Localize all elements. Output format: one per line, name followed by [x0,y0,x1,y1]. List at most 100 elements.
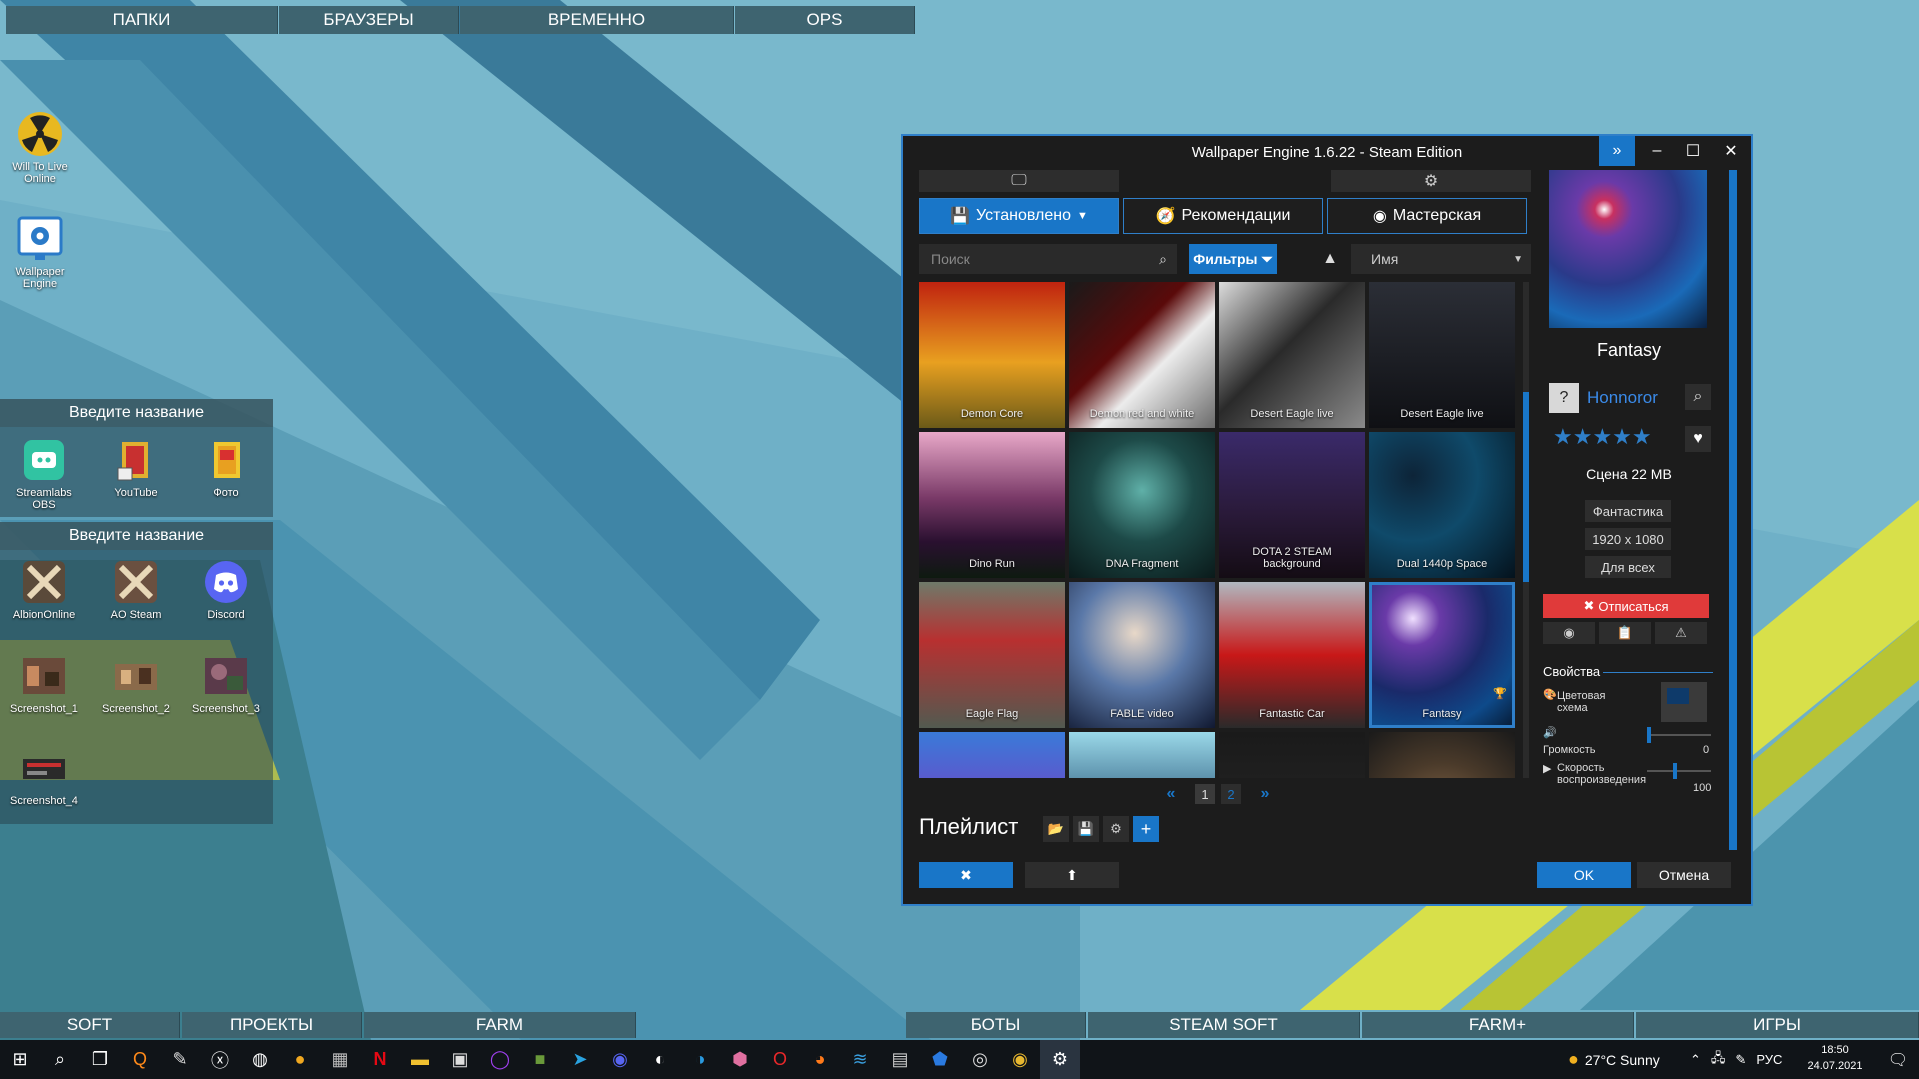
ok-button[interactable]: OK [1537,862,1631,888]
wallpaper-tile[interactable]: Desert Eagle live [1369,282,1515,428]
desktop-icon-screenshot-2[interactable]: Screenshot_2 [96,652,176,715]
clock[interactable]: 18:50 24.07.2021 [1800,1044,1870,1072]
grid-scrollbar[interactable] [1523,282,1529,778]
wallpaper-tile[interactable]: DOTA 2 STEAM background [1219,432,1365,578]
taskbar-app-pink[interactable]: ⬢ [720,1040,760,1079]
chevron-up-icon[interactable]: ⌃ [1690,1052,1701,1068]
fence-farm-plus-title[interactable]: FARM+ [1362,1012,1634,1038]
wallpaper-tile[interactable]: Demon red and white [1069,282,1215,428]
taskbar-app-firefox[interactable]: ◕ [800,1040,840,1079]
fence-panel-1-title[interactable]: Введите название [0,399,273,427]
fence-games-title[interactable]: ИГРЫ [1636,1012,1919,1038]
wallpaper-tile-selected[interactable]: Fantasy 🏆 [1369,582,1515,728]
report-button[interactable]: ⚠ [1655,622,1707,644]
maximize-button[interactable]: ☐ [1675,136,1711,166]
author-name[interactable]: Honnoror [1587,388,1658,408]
desktop-icon-screenshot-3[interactable]: Screenshot_3 [186,652,266,715]
taskbar-app-media[interactable]: ▤ [880,1040,920,1079]
language-indicator[interactable]: РУС [1756,1052,1782,1067]
page-1-button[interactable]: 1 [1195,784,1215,804]
fence-projects-title[interactable]: ПРОЕКТЫ [182,1012,362,1038]
search-button[interactable]: ⌕ [40,1040,80,1079]
close-button[interactable]: ✕ [1713,136,1749,166]
desktop-icon-wallpaper-engine[interactable]: Wallpaper Engine [0,215,80,290]
tab-workshop[interactable]: ◉ Мастерская [1327,198,1527,234]
desktop-icon-youtube[interactable]: YouTube [96,436,176,499]
sort-select[interactable]: Имя ▼ [1351,244,1531,274]
desktop-icon-albion[interactable]: AlbionOnline [4,558,84,621]
genre-tag[interactable]: Фантастика [1585,500,1671,522]
minimize-button[interactable]: – [1639,136,1675,166]
fence-temporary-title[interactable]: ВРЕМЕННО [460,6,734,34]
playlist-add-button[interactable]: + [1133,816,1159,842]
playlist-open-button[interactable]: 📂 [1043,816,1069,842]
collapse-sidebar-button[interactable]: » [1599,136,1635,166]
volume-slider[interactable] [1647,727,1711,743]
weather-widget[interactable]: ● 27°C Sunny [1568,1040,1660,1079]
taskbar-app-discord[interactable]: ◉ [600,1040,640,1079]
taskbar-app-edge-dev[interactable]: ◐ [640,1040,680,1079]
notifications-button[interactable]: 🗨 [1880,1040,1916,1079]
wallpaper-tile[interactable]: Desert Eagle live [1219,282,1365,428]
speed-thumb[interactable] [1673,763,1677,779]
pen-icon[interactable]: ✎ [1735,1052,1746,1068]
taskbar-app-blue[interactable]: ⬟ [920,1040,960,1079]
playlist-settings-button[interactable]: ⚙ [1103,816,1129,842]
taskbar-app-wallpaper-engine[interactable]: ⚙ [1040,1040,1080,1079]
page-2-button[interactable]: 2 [1221,784,1241,804]
wallpaper-tile[interactable]: Dino Run [919,432,1065,578]
fence-bots-title[interactable]: БОТЫ [906,1012,1086,1038]
reset-button[interactable]: ◉ [1543,622,1595,644]
tab-installed[interactable]: 💾 Установлено ▼ [919,198,1119,234]
wallpaper-tile[interactable]: Eagle Flag [919,582,1065,728]
desktop-icon-ao-steam[interactable]: AO Steam [96,558,176,621]
desktop-icon-photo[interactable]: Фото [186,436,266,499]
sidebar-scrollbar[interactable] [1729,170,1737,850]
desktop-icon-will-to-live[interactable]: Will To Live Online [0,110,80,185]
display-select-button[interactable]: 🖵 [919,170,1119,192]
taskbar-app-store[interactable]: ▣ [440,1040,480,1079]
author-search-button[interactable]: ⌕ [1685,384,1711,410]
unsubscribe-button[interactable]: ✖ Отписаться [1543,594,1709,618]
taskbar-app-edge[interactable]: ◑ [680,1040,720,1079]
desktop-icon-screenshot-4[interactable]: Screenshot_4 [4,744,84,807]
task-view-button[interactable]: ❐ [80,1040,120,1079]
sort-direction-button[interactable]: ▲ [1317,244,1343,274]
wallpaper-tile[interactable]: Fantastic Car [1219,582,1365,728]
fence-folders-title[interactable]: ПАПКИ [6,6,278,34]
color-scheme-picker[interactable] [1661,682,1707,722]
next-page-button[interactable]: » [1247,784,1283,804]
wallpaper-tile[interactable] [1219,732,1365,778]
tab-discover[interactable]: 🧭 Рекомендации [1123,198,1323,234]
taskbar-app-netflix[interactable]: N [360,1040,400,1079]
wallpaper-tile[interactable]: FABLE video [1069,582,1215,728]
search-input[interactable]: Поиск ⌕ [919,244,1177,274]
title-bar[interactable]: Wallpaper Engine 1.6.22 - Steam Edition … [903,136,1751,168]
taskbar-app-calculator[interactable]: ▦ [320,1040,360,1079]
wallpaper-tile[interactable] [919,732,1065,778]
desktop-icon-screenshot-1[interactable]: Screenshot_1 [4,652,84,715]
copy-button[interactable]: 📋 [1599,622,1651,644]
taskbar-app-globe[interactable]: ◍ [240,1040,280,1079]
filters-button[interactable]: Фильтры ⏷ [1189,244,1277,274]
speed-slider[interactable] [1647,763,1711,779]
taskbar-app-xbox[interactable]: ⓧ [200,1040,240,1079]
taskbar-app-minecraft[interactable]: ■ [520,1040,560,1079]
desktop-icon-discord[interactable]: Discord [186,558,266,621]
desktop-icon-streamlabs[interactable]: Streamlabs OBS [4,436,84,511]
fence-soft-title[interactable]: SOFT [0,1012,180,1038]
fence-browsers-title[interactable]: БРАУЗЕРЫ [279,6,459,34]
taskbar-app-telegram[interactable]: ➤ [560,1040,600,1079]
wallpaper-tile[interactable]: Demon Core [919,282,1065,428]
fence-panel-2-title[interactable]: Введите название [0,522,273,550]
age-rating-tag[interactable]: Для всех [1585,556,1671,578]
favorite-button[interactable]: ♥ [1685,426,1711,452]
taskbar-app-qbittorrent[interactable]: Q [120,1040,160,1079]
wallpaper-tile[interactable] [1369,732,1515,778]
wallpaper-tile[interactable] [1069,732,1215,778]
fence-farm-title[interactable]: FARM [364,1012,636,1038]
taskbar-app-steam[interactable]: ◎ [960,1040,1000,1079]
upload-button[interactable]: ⬆ [1025,862,1119,888]
playlist-save-button[interactable]: 💾 [1073,816,1099,842]
fence-steam-soft-title[interactable]: STEAM SOFT [1088,1012,1360,1038]
